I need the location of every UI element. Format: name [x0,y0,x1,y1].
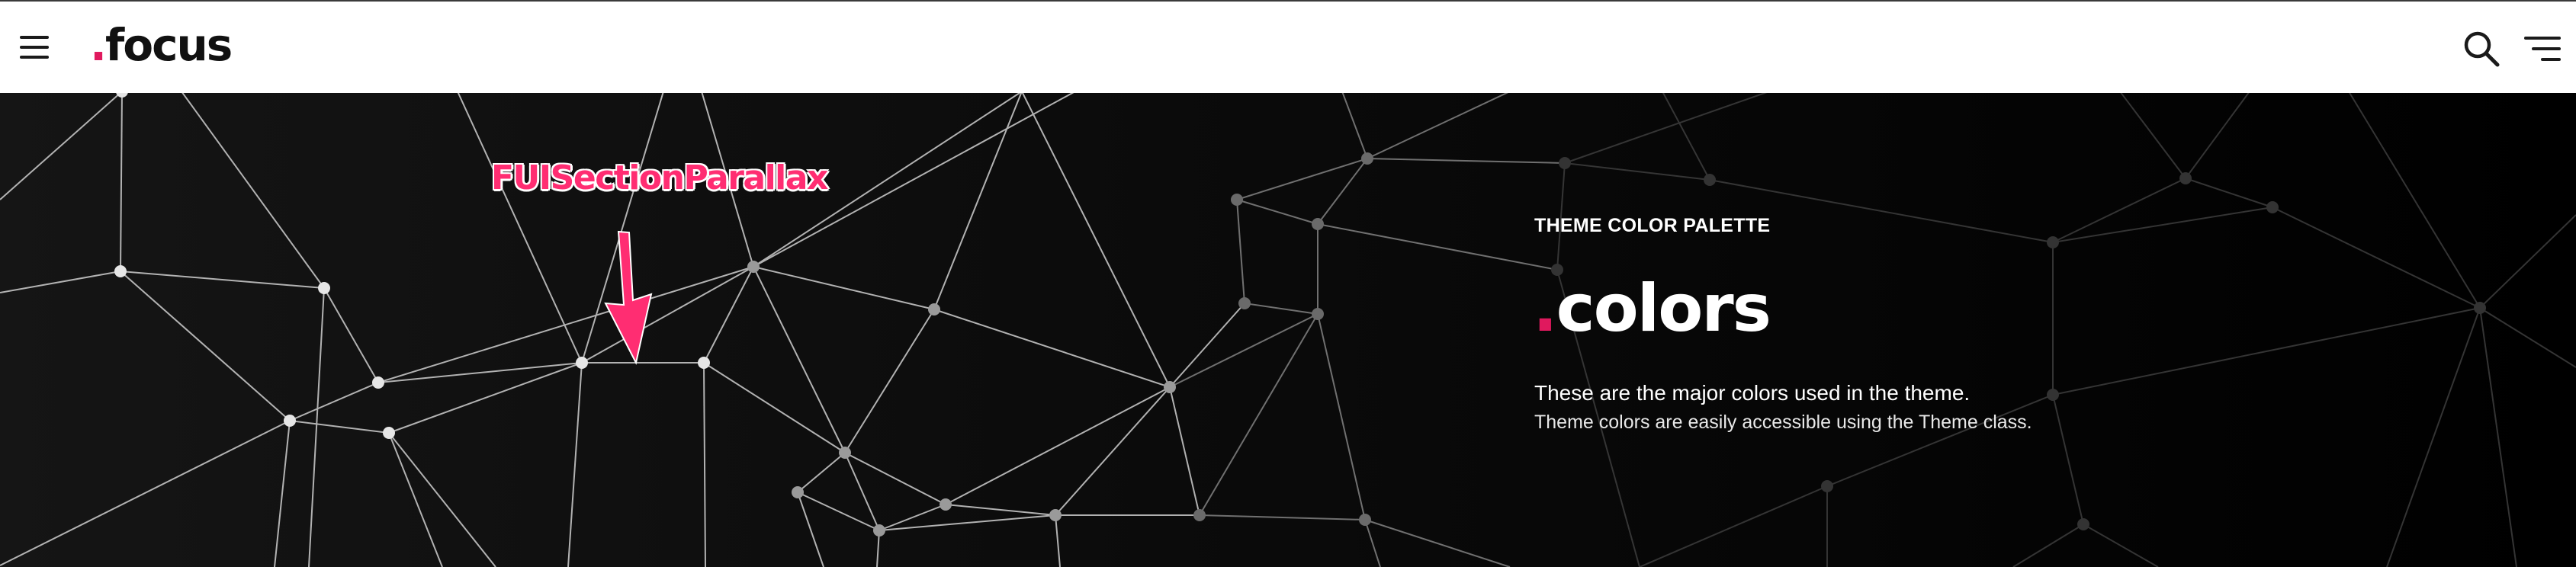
network-background-graphic [0,93,2576,567]
hamburger-menu-icon[interactable] [20,36,49,59]
search-icon[interactable] [2462,29,2501,69]
page-title: .colors [1533,271,1771,347]
hero-sub-text: Theme colors are easily accessible using… [1534,412,2032,433]
section-eyebrow: THEME COLOR PALETTE [1534,215,1771,236]
top-navigation-bar: .focus [0,0,2576,93]
filter-lines-icon[interactable] [2524,35,2561,62]
hero-lead-text: These are the major colors used in the t… [1534,381,1971,405]
parallax-hero-section: FUISectionParallax THEME COLOR PALETTE .… [0,93,2576,567]
logo-text: focus [105,19,233,71]
component-annotation-label: FUISectionParallax [491,159,828,197]
brand-logo[interactable]: .focus [90,23,233,67]
page-title-text: colors [1556,271,1771,347]
annotation-arrow-icon [604,230,653,365]
